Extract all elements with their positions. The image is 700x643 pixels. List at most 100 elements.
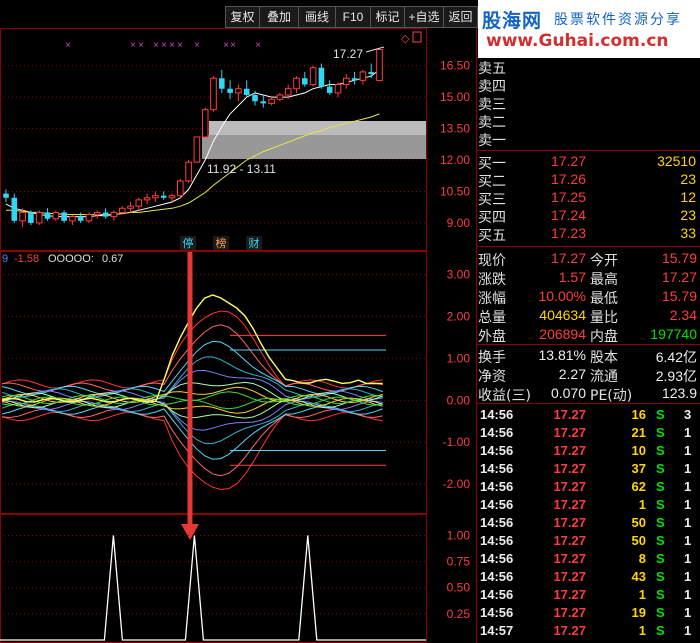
candle-body [168,195,176,199]
indicator-axis-label: 0.00 [447,393,471,407]
tick-count: 1 [684,425,692,440]
toolbar-button-3[interactable]: F10 [335,6,371,28]
candle-body [268,98,275,104]
tick-price: 17.27 [553,407,586,422]
tick-time: 14:56 [480,551,514,566]
candle-body [52,211,60,220]
quote-label: 涨跌 [478,272,506,288]
bid-volume: 23 [680,171,696,187]
ask-label: 卖一 [478,133,506,149]
tick-price: 17.27 [553,461,586,476]
top-marker: × [161,40,167,51]
tick-count: 1 [684,623,692,638]
tick-price: 17.27 [553,623,586,638]
quote-value: 1.57 [558,269,586,285]
quote-value: 15.79 [661,250,697,266]
tick-side: S [656,551,665,566]
tick-row: 14:56 17.27 21 S 1 [478,424,700,442]
ask-label: 卖二 [478,115,506,131]
candle-body [143,197,151,201]
bid-price: 17.27 [550,153,586,169]
candle-body [227,88,233,93]
candle-body [351,78,358,81]
toolbar-button-5[interactable]: +自选 [404,6,444,28]
ask-row: 卖一 [478,130,700,149]
ask-label: 卖四 [478,79,506,95]
toolbar-button-2[interactable]: 画线 [298,6,336,28]
toolbar-button-4[interactable]: 标记 [370,6,405,28]
bid-label: 买二 [478,174,506,190]
candle-body [44,212,51,219]
top-marker: × [177,40,183,51]
quote-row: 净资 2.27 流通 2.93亿 [478,365,700,385]
signal-axis-label: 0.75 [447,555,471,569]
tick-count: 1 [684,551,692,566]
tick-side: S [656,515,665,530]
bid-price: 17.23 [550,225,586,241]
quote-value: 206894 [539,326,586,342]
signal-panel-frame [0,514,427,643]
candle-body [69,216,76,222]
bid-volume: 23 [680,207,696,223]
price-axis-label: 15.00 [440,90,470,104]
price-axis-label: 12.00 [440,153,470,167]
quote-label: 流通 [590,369,618,385]
tick-count: 1 [684,605,692,620]
tick-price: 17.27 [553,425,586,440]
candle-body [219,78,225,89]
quote-row: 涨幅 10.00% 最低 15.79 [478,287,700,307]
candle-body [376,49,383,82]
bid-label: 买一 [478,156,506,172]
tick-row: 14:56 17.27 50 S 1 [478,532,700,550]
quote-label: 涨幅 [478,291,506,307]
tick-volume: 50 [631,515,646,530]
orderbook-separator [477,246,700,247]
quote-row: 涨跌 1.57 最高 17.27 [478,268,700,288]
indicator-prefix: 9 [2,253,8,265]
tick-count: 1 [684,587,692,602]
candle-body [368,71,374,75]
tick-side: S [656,425,665,440]
bid-volume: 12 [680,189,696,205]
tick-side: S [656,497,665,512]
tick-row: 14:56 17.27 43 S 1 [478,568,700,586]
bid-label: 买四 [478,210,506,226]
candle-body [3,193,9,198]
price-axis-label: 10.50 [440,184,470,198]
tick-price: 17.27 [553,551,586,566]
candle-body [185,161,192,182]
top-marker: × [223,40,229,51]
bid-price: 17.25 [550,189,586,205]
tick-volume: 16 [631,407,646,422]
candle-body [127,205,134,209]
top-marker: × [65,40,71,51]
tick-side: S [656,587,665,602]
orderbook-separator [477,403,700,404]
signal-axis-label: 0.50 [447,581,471,595]
high-price-label: 17.27 [333,47,363,61]
toolbar-button-1[interactable]: 叠加 [259,6,299,28]
tick-count: 1 [684,515,692,530]
watermark-banner: 股海网 股票软件资源分享 www.Guhai.com.cn [478,0,700,58]
quote-value: 17.27 [550,250,586,266]
quote-label: PE(动) [590,388,633,404]
tick-count: 1 [684,461,692,476]
signal-axis-label: 0.25 [447,607,471,621]
tick-price: 17.27 [553,605,586,620]
price-axis-label: 16.50 [440,59,470,73]
toolbar-button-0[interactable]: 复权 [225,6,260,28]
tick-count: 1 [684,533,692,548]
toolbar-button-6[interactable]: 返回 [443,6,478,28]
quote-label: 内盘 [590,329,618,345]
event-marker-2: 财 [249,236,260,250]
top-marker: × [169,40,175,51]
tick-count: 3 [684,407,692,422]
candle-body [160,195,167,198]
orderbook-separator [477,150,700,151]
bid-row: 买一 17.27 32510 [478,153,700,172]
support-band [202,135,426,159]
stock-chart[interactable]: 16.5015.0013.5012.0010.509.00× × × × × × × × × × ×… [0,0,478,643]
candle-body [135,199,143,207]
tick-time: 14:56 [480,425,514,440]
tick-row: 14:56 17.27 1 S 1 [478,496,700,514]
